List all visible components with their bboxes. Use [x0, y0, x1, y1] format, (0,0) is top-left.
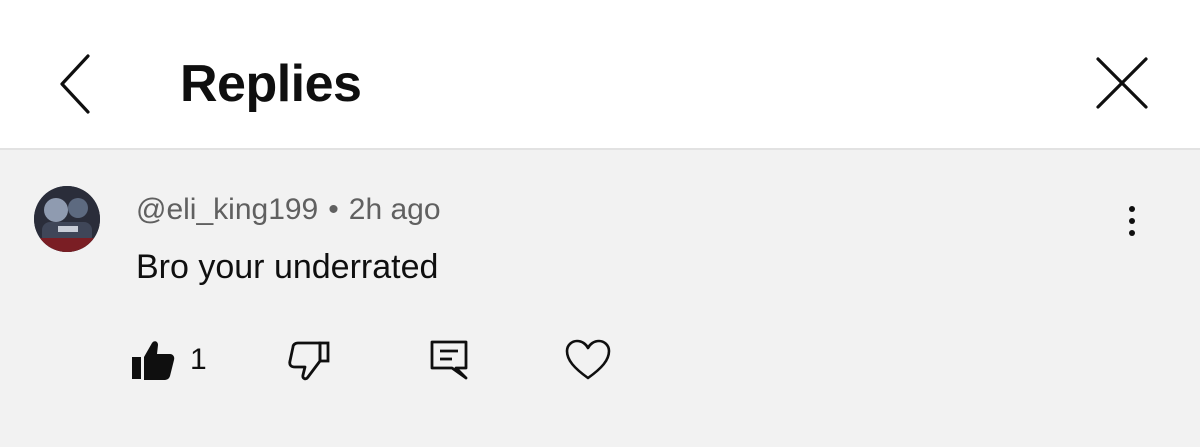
comment-username[interactable]: @eli_king199	[136, 193, 318, 226]
comment-meta: @eli_king199 • 2h ago	[136, 192, 441, 228]
avatar[interactable]	[34, 186, 100, 252]
more-options-button[interactable]	[1110, 196, 1154, 246]
dislike-button[interactable]	[288, 336, 332, 384]
reply-button[interactable]	[428, 336, 470, 384]
more-vertical-icon-dot	[1129, 230, 1135, 236]
heart-icon	[565, 339, 611, 380]
more-vertical-icon-dot	[1129, 206, 1135, 212]
avatar-image	[34, 186, 100, 252]
thumbs-down-icon	[288, 341, 330, 381]
comment-timestamp: 2h ago	[348, 193, 441, 226]
meta-separator: •	[328, 193, 339, 226]
close-button[interactable]	[1084, 45, 1160, 121]
chevron-left-icon	[60, 54, 90, 114]
close-icon	[1096, 57, 1148, 109]
comment-text: Bro your underrated	[136, 248, 439, 286]
replies-header: Replies	[0, 0, 1200, 150]
like-button[interactable]: 1	[130, 336, 207, 384]
back-button[interactable]	[44, 46, 108, 122]
more-vertical-icon-dot	[1129, 218, 1135, 224]
heart-button[interactable]	[564, 336, 612, 384]
page-title: Replies	[180, 55, 362, 113]
reply-icon	[430, 340, 468, 380]
like-count: 1	[190, 343, 207, 376]
thumbs-up-icon	[132, 341, 175, 380]
reply-comment: @eli_king199 • 2h ago Bro your underrated …	[0, 150, 1200, 447]
comment-actions: 1	[0, 330, 1200, 390]
